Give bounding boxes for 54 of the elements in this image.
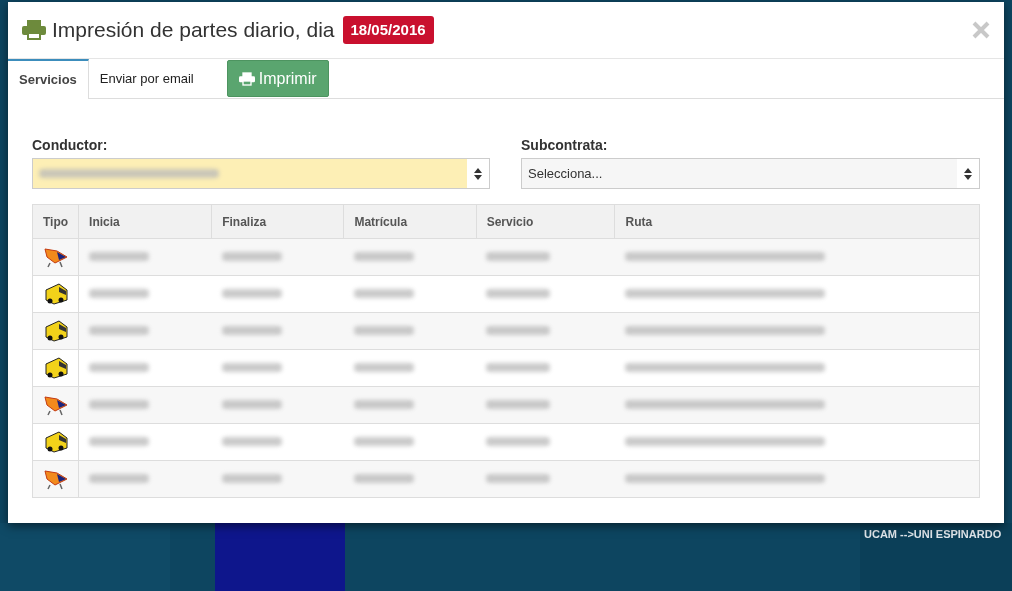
blurred-text <box>353 400 414 409</box>
blurred-text <box>353 289 414 298</box>
blurred-text <box>353 437 414 446</box>
column-header: Servicio <box>476 204 615 239</box>
glider-icon <box>42 245 69 269</box>
bus-icon <box>42 319 69 343</box>
blurred-text <box>486 326 551 335</box>
column-header: Tipo <box>32 204 79 239</box>
sort-arrows-icon <box>467 159 489 188</box>
blurred-text <box>353 363 414 372</box>
bus-icon <box>42 430 69 454</box>
blurred-text <box>221 437 282 446</box>
bus-icon <box>42 356 69 380</box>
blurred-text <box>89 437 150 446</box>
blurred-text <box>486 437 551 446</box>
blurred-text <box>89 326 150 335</box>
column-header: Ruta <box>615 204 980 239</box>
bus-icon <box>42 282 69 306</box>
blurred-text <box>89 289 150 298</box>
glider-icon <box>42 393 69 417</box>
close-icon[interactable] <box>972 21 990 39</box>
blurred-text <box>353 474 414 483</box>
blurred-text <box>221 474 282 483</box>
column-header: Matrícula <box>343 204 477 239</box>
blurred-text <box>221 400 282 409</box>
route-label: UCAM -->UNI ESPINARDO <box>864 527 1002 542</box>
field-label: Conductor: <box>32 136 109 155</box>
blurred-text <box>486 252 551 261</box>
blurred-text <box>89 252 150 261</box>
printer-icon <box>238 71 255 86</box>
blurred-text <box>221 289 282 298</box>
blurred-text <box>89 363 150 372</box>
blurred-text <box>221 252 282 261</box>
date-badge: 18/05/2016 <box>342 15 434 45</box>
blurred-text <box>89 474 150 483</box>
blurred-text <box>486 289 551 298</box>
column-header: Inicia <box>78 204 212 239</box>
blurred-text <box>353 326 414 335</box>
column-header: Finaliza <box>211 204 344 239</box>
blurred-text <box>89 400 150 409</box>
subcontrata-select[interactable]: Selecciona... <box>521 158 980 189</box>
dialog-title: Impresión de partes diario, dia <box>52 17 335 44</box>
blurred-text <box>221 326 282 335</box>
conductor-select[interactable] <box>32 158 490 189</box>
blurred-text <box>486 400 551 409</box>
printer-icon <box>22 20 46 40</box>
blurred-text <box>486 363 551 372</box>
sort-arrows-icon <box>957 159 979 188</box>
blurred-text <box>221 363 282 372</box>
blurred-text <box>353 252 414 261</box>
glider-icon <box>42 467 69 491</box>
tab[interactable]: Servicios <box>8 59 89 99</box>
blurred-text <box>486 474 551 483</box>
field-label: Subcontrata: <box>521 136 609 155</box>
